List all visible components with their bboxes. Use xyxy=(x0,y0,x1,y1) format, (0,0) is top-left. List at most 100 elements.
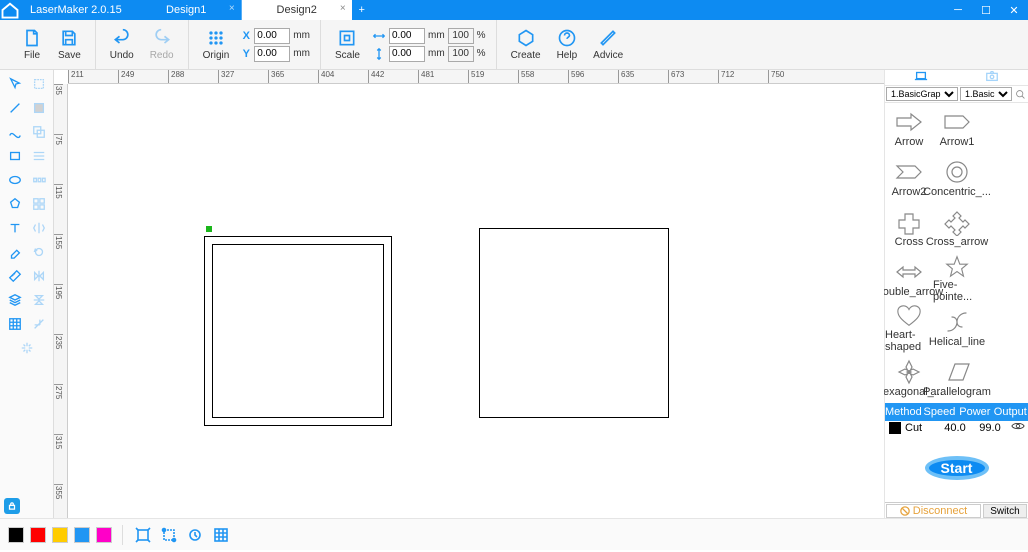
layer-color-swatch xyxy=(889,422,901,434)
disconnect-button[interactable]: Disconnect xyxy=(886,504,981,518)
pct: % xyxy=(477,48,486,59)
shape-cross_arrow[interactable]: Cross_arrow xyxy=(933,203,981,253)
laptop-icon[interactable] xyxy=(914,70,928,85)
array-tool[interactable] xyxy=(5,314,25,334)
layer-power: 99.0 xyxy=(973,422,1007,434)
save-button[interactable]: Save xyxy=(50,23,89,67)
layer-row[interactable]: Cut 40.0 99.0 xyxy=(885,421,1028,434)
spark-tool[interactable] xyxy=(17,338,37,358)
frame-tool[interactable] xyxy=(133,525,153,545)
height-icon xyxy=(372,47,386,61)
library-category-select[interactable]: 1.BasicGrap xyxy=(886,87,958,101)
ellipse-tool[interactable] xyxy=(5,170,25,190)
align-tool[interactable] xyxy=(29,146,49,166)
disconnect-label: Disconnect xyxy=(913,505,967,517)
x-input[interactable] xyxy=(254,28,290,44)
col-speed: Speed xyxy=(922,403,957,421)
new-tab-button[interactable]: + xyxy=(352,0,372,20)
canvas-area: 2112492883273654044424815195585966356737… xyxy=(54,70,884,518)
minimize-button[interactable]: ─ xyxy=(944,0,972,20)
unit: mm xyxy=(428,30,445,41)
shape-rect-2[interactable] xyxy=(479,228,669,418)
shape-rect-inner[interactable] xyxy=(212,244,384,418)
library-sub-select[interactable]: 1.Basic xyxy=(960,87,1012,101)
stack-tool[interactable] xyxy=(5,290,25,310)
redo-label: Redo xyxy=(150,50,174,61)
shape-parallelogram[interactable]: Parallelogram xyxy=(933,353,981,403)
y-input[interactable] xyxy=(254,46,290,62)
right-panel: 1.BasicGrap 1.Basic ArrowArrow1Arrow2Con… xyxy=(884,70,1028,518)
visibility-icon[interactable] xyxy=(1007,421,1028,434)
polygon-tool[interactable] xyxy=(5,194,25,214)
shape-helical_line[interactable]: Helical_line xyxy=(933,303,981,353)
shape-arrow[interactable]: Arrow xyxy=(885,103,933,153)
curve-tool[interactable] xyxy=(5,122,25,142)
tab-design2[interactable]: Design2 × xyxy=(242,0,352,20)
redo-button[interactable]: Redo xyxy=(142,23,182,67)
height-input[interactable] xyxy=(389,46,425,62)
col-method: Method xyxy=(885,403,922,421)
flip-v-tool[interactable] xyxy=(29,290,49,310)
fill-tool[interactable] xyxy=(29,98,49,118)
start-button[interactable]: Start xyxy=(925,456,989,480)
nodes-tool[interactable] xyxy=(159,525,179,545)
coord-wh: mm100% mm100% xyxy=(368,28,490,62)
color-swatch[interactable] xyxy=(52,527,68,543)
mirror-tool[interactable] xyxy=(29,218,49,238)
height-pct[interactable]: 100 xyxy=(448,46,474,62)
file-button[interactable]: File xyxy=(14,23,50,67)
close-button[interactable]: ✕ xyxy=(1000,0,1028,20)
unit: mm xyxy=(293,48,310,59)
close-icon[interactable]: × xyxy=(340,3,346,14)
ruler-vertical: 3575115155195235275315355 xyxy=(54,84,68,518)
origin-button[interactable]: Origin xyxy=(195,23,238,67)
distribute-tool[interactable] xyxy=(29,170,49,190)
shape-heart-shaped[interactable]: Heart-shaped xyxy=(885,303,933,353)
rotate-tool[interactable] xyxy=(29,242,49,262)
color-swatch[interactable] xyxy=(96,527,112,543)
shape-double_arrow[interactable]: Double_arrow xyxy=(885,253,933,303)
color-swatch[interactable] xyxy=(74,527,90,543)
undo-button[interactable]: Undo xyxy=(102,23,142,67)
rect-tool[interactable] xyxy=(5,146,25,166)
tab-label: Design2 xyxy=(277,4,317,16)
offset-tool[interactable] xyxy=(29,314,49,334)
title-bar: LaserMaker 2.0.15 Design1 × Design2 × + … xyxy=(0,0,1028,20)
help-button[interactable]: Help xyxy=(549,23,586,67)
shape-arrow1[interactable]: Arrow1 xyxy=(933,103,981,153)
line-tool[interactable] xyxy=(5,98,25,118)
grid-toggle[interactable] xyxy=(211,525,231,545)
lock-button[interactable] xyxy=(4,498,20,514)
shape-concentric_...[interactable]: Concentric_... xyxy=(933,153,981,203)
camera-icon[interactable] xyxy=(985,70,999,85)
select-tool[interactable] xyxy=(5,74,25,94)
color-swatch[interactable] xyxy=(30,527,46,543)
eraser-tool[interactable] xyxy=(5,242,25,262)
scale-button[interactable]: Scale xyxy=(327,23,368,67)
create-button[interactable]: Create xyxy=(503,23,549,67)
width-input[interactable] xyxy=(389,28,425,44)
scale-label: Scale xyxy=(335,50,360,61)
layers-icon[interactable] xyxy=(29,122,49,142)
maximize-button[interactable]: ☐ xyxy=(972,0,1000,20)
home-icon[interactable] xyxy=(0,0,20,20)
advice-button[interactable]: Advice xyxy=(585,23,631,67)
shape-five-pointe...[interactable]: Five-pointe... xyxy=(933,253,981,303)
tab-design1[interactable]: Design1 × xyxy=(132,0,242,20)
measure-tool[interactable] xyxy=(5,266,25,286)
canvas[interactable] xyxy=(68,84,884,518)
color-swatch[interactable] xyxy=(8,527,24,543)
close-icon[interactable]: × xyxy=(229,3,235,14)
preview-tool[interactable] xyxy=(185,525,205,545)
switch-button[interactable]: Switch xyxy=(983,504,1027,518)
width-pct[interactable]: 100 xyxy=(448,28,474,44)
grid-tool[interactable] xyxy=(29,194,49,214)
coord-xy: Xmm Ymm xyxy=(237,28,314,62)
width-icon xyxy=(372,29,386,43)
file-label: File xyxy=(24,50,40,61)
marquee-tool[interactable] xyxy=(29,74,49,94)
tabs: Design1 × Design2 × + xyxy=(132,0,372,20)
text-tool[interactable] xyxy=(5,218,25,238)
search-icon[interactable] xyxy=(1013,86,1028,102)
flip-h-tool[interactable] xyxy=(29,266,49,286)
